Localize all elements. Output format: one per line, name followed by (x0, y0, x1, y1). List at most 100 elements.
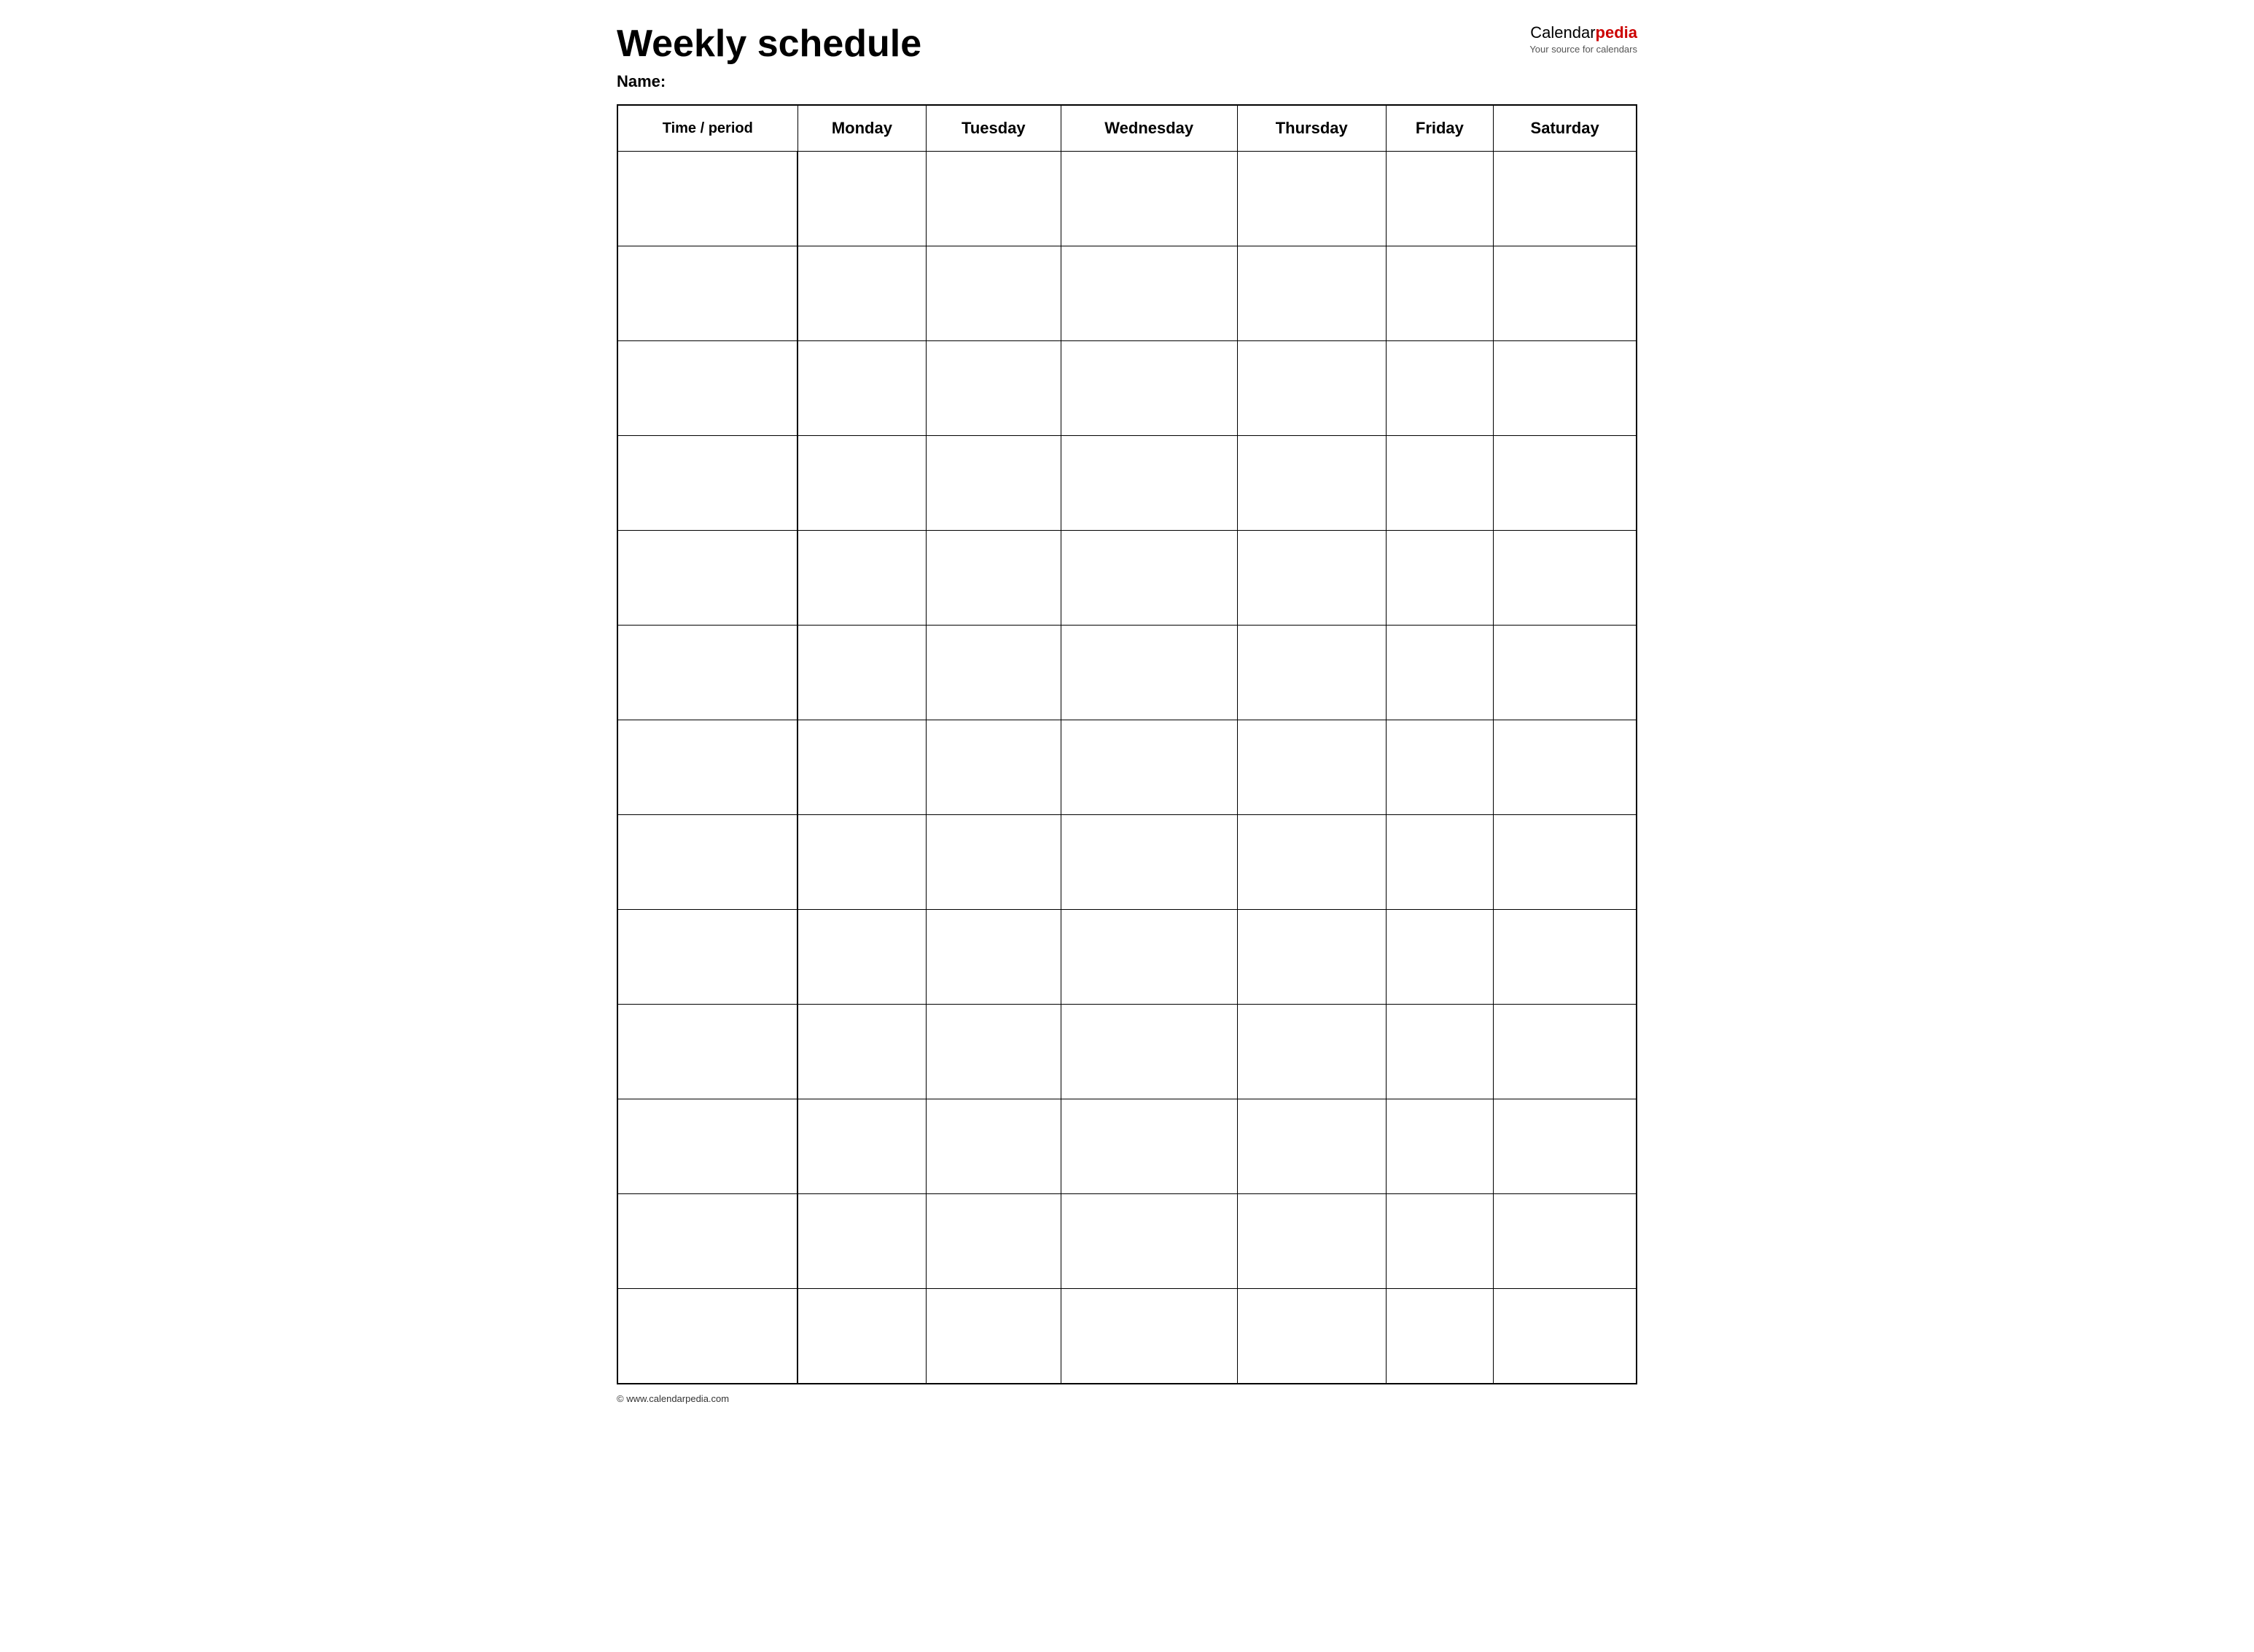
table-cell (1386, 1005, 1494, 1099)
table-row (617, 1005, 1637, 1099)
table-cell (617, 531, 798, 626)
table-cell (927, 341, 1061, 436)
page-title: Weekly schedule (617, 23, 921, 65)
table-cell (798, 910, 927, 1005)
table-row (617, 531, 1637, 626)
table-cell (798, 1194, 927, 1289)
table-cell (1237, 720, 1386, 815)
table-cell (617, 815, 798, 910)
table-cell (1386, 1194, 1494, 1289)
table-cell (617, 626, 798, 720)
col-thursday: Thursday (1237, 105, 1386, 152)
table-cell (927, 436, 1061, 531)
table-cell (1494, 1005, 1637, 1099)
table-cell (1494, 341, 1637, 436)
table-cell (1386, 720, 1494, 815)
table-cell (1061, 1194, 1237, 1289)
table-cell (1494, 436, 1637, 531)
table-cell (927, 1099, 1061, 1194)
table-cell (1237, 531, 1386, 626)
table-cell (1061, 531, 1237, 626)
table-row (617, 626, 1637, 720)
table-cell (1494, 1194, 1637, 1289)
table-cell (798, 720, 927, 815)
table-cell (927, 1194, 1061, 1289)
table-cell (1386, 246, 1494, 341)
table-cell (798, 1099, 927, 1194)
table-cell (1061, 815, 1237, 910)
table-cell (617, 910, 798, 1005)
table-cell (1237, 436, 1386, 531)
table-cell (1386, 1289, 1494, 1384)
table-row (617, 341, 1637, 436)
table-cell (1061, 152, 1237, 246)
table-cell (1386, 626, 1494, 720)
page-container: Weekly schedule Calendarpedia Your sourc… (617, 23, 1637, 1404)
table-cell (927, 626, 1061, 720)
table-row (617, 152, 1637, 246)
table-cell (1237, 1289, 1386, 1384)
table-cell (1061, 626, 1237, 720)
table-cell (927, 720, 1061, 815)
table-cell (1061, 1099, 1237, 1194)
logo-subtitle: Your source for calendars (1529, 44, 1637, 55)
table-cell (798, 626, 927, 720)
table-cell (617, 246, 798, 341)
table-cell (1386, 910, 1494, 1005)
table-cell (927, 1289, 1061, 1384)
table-cell (1494, 910, 1637, 1005)
logo-calendar: Calendar (1530, 23, 1595, 42)
table-cell (1237, 341, 1386, 436)
table-header: Time / period Monday Tuesday Wednesday T… (617, 105, 1637, 152)
table-cell (927, 152, 1061, 246)
table-cell (1494, 152, 1637, 246)
table-cell (617, 1289, 798, 1384)
table-cell (1061, 910, 1237, 1005)
table-cell (798, 1289, 927, 1384)
table-cell (1494, 1099, 1637, 1194)
table-cell (1237, 246, 1386, 341)
table-row (617, 815, 1637, 910)
table-row (617, 720, 1637, 815)
table-cell (1061, 1005, 1237, 1099)
table-row (617, 1289, 1637, 1384)
schedule-table: Time / period Monday Tuesday Wednesday T… (617, 104, 1637, 1384)
col-wednesday: Wednesday (1061, 105, 1237, 152)
col-saturday: Saturday (1494, 105, 1637, 152)
table-cell (1061, 436, 1237, 531)
table-cell (1386, 341, 1494, 436)
name-row: Name: (617, 72, 1637, 91)
logo-container: Calendarpedia Your source for calendars (1529, 23, 1637, 55)
table-cell (798, 815, 927, 910)
table-cell (1237, 910, 1386, 1005)
table-row (617, 436, 1637, 531)
table-body (617, 152, 1637, 1384)
table-cell (617, 341, 798, 436)
table-cell (617, 152, 798, 246)
table-cell (617, 1099, 798, 1194)
table-cell (1386, 1099, 1494, 1194)
table-cell (1061, 720, 1237, 815)
col-monday: Monday (798, 105, 927, 152)
table-cell (1494, 720, 1637, 815)
table-cell (1237, 815, 1386, 910)
logo-pedia: pedia (1596, 23, 1637, 42)
header-row: Time / period Monday Tuesday Wednesday T… (617, 105, 1637, 152)
table-cell (1061, 1289, 1237, 1384)
table-cell (927, 246, 1061, 341)
table-cell (617, 1005, 798, 1099)
table-cell (798, 341, 927, 436)
table-cell (798, 152, 927, 246)
table-cell (1386, 436, 1494, 531)
table-cell (798, 436, 927, 531)
table-cell (798, 246, 927, 341)
table-row (617, 1194, 1637, 1289)
table-cell (1386, 152, 1494, 246)
table-row (617, 1099, 1637, 1194)
table-cell (1237, 1099, 1386, 1194)
table-cell (1386, 531, 1494, 626)
table-cell (617, 1194, 798, 1289)
table-cell (1061, 341, 1237, 436)
table-cell (617, 436, 798, 531)
table-cell (1237, 626, 1386, 720)
